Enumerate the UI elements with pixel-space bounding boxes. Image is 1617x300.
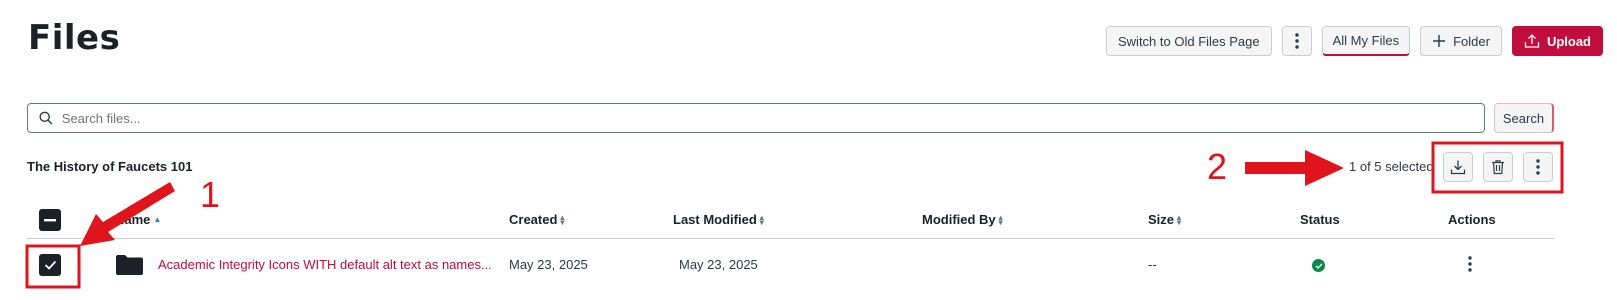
upload-button[interactable]: Upload [1511,26,1603,56]
sort-icon: ▴ ▾ [759,212,764,227]
annotation-label-2: 2 [1207,146,1228,187]
published-status-icon[interactable] [1312,259,1325,272]
column-modified-by[interactable]: Modified By ▴ ▾ [922,212,1003,227]
header-toolbar: Switch to Old Files Page All My Files Fo… [1106,26,1603,56]
created-date: May 23, 2025 [509,257,588,272]
download-icon [1450,160,1466,175]
arrow-2 [1245,150,1344,186]
table-row: Academic Integrity Icons WITH default al… [27,241,1554,287]
delete-selected-button[interactable] [1483,152,1513,182]
download-selected-button[interactable] [1443,152,1473,182]
search-row: Search [27,103,1554,133]
select-all-checkbox[interactable] [39,209,61,231]
add-folder-button[interactable]: Folder [1420,26,1502,56]
search-input[interactable] [61,110,1484,126]
column-created[interactable]: Created ▴ ▾ [509,212,564,227]
bulk-actions [1443,152,1553,182]
sort-ascending-icon: ▲ [153,215,162,224]
course-name: The History of Faucets 101 [27,159,193,174]
sort-icon: ▴ ▾ [1177,212,1182,227]
search-icon [39,111,53,125]
annotation-label-1: 1 [200,174,221,215]
bulk-more-button[interactable] [1523,152,1553,182]
file-size: -- [1148,257,1157,272]
switch-old-files-button[interactable]: Switch to Old Files Page [1106,26,1272,56]
file-name-link[interactable]: Academic Integrity Icons WITH default al… [158,257,492,272]
page-title: Files [28,18,121,58]
kebab-vertical-icon [1536,159,1540,175]
upload-label: Upload [1546,33,1591,49]
column-last-modified[interactable]: Last Modified ▴ ▾ [673,212,764,227]
indeterminate-icon [44,218,56,221]
all-my-files-tab[interactable]: All My Files [1321,26,1411,56]
search-button[interactable]: Search [1494,103,1554,133]
column-last-modified-label: Last Modified [673,212,757,227]
row-actions-button[interactable] [1463,253,1477,275]
column-created-label: Created [509,212,558,227]
modified-date: May 23, 2025 [679,257,758,272]
selection-count: 1 of 5 selected [1349,159,1434,174]
sort-icon: ▴ ▾ [560,212,565,227]
trash-icon [1492,160,1504,175]
check-icon [1315,263,1322,269]
kebab-vertical-icon [1468,256,1472,272]
folder-icon [116,255,143,275]
more-options-button[interactable] [1281,26,1312,56]
checkmark-icon [44,260,56,270]
column-status: Status [1300,212,1340,227]
column-name[interactable]: Name ▲ [115,212,161,227]
kebab-vertical-icon [1294,33,1299,49]
column-actions: Actions [1448,212,1496,227]
row-checkbox[interactable] [39,254,61,276]
add-folder-label: Folder [1453,33,1490,49]
plus-icon [1432,34,1446,48]
column-size-label: Size [1148,212,1175,227]
sort-icon: ▴ ▾ [998,212,1003,227]
upload-icon [1524,33,1540,49]
column-size[interactable]: Size ▴ ▾ [1148,212,1181,227]
search-field [27,103,1485,133]
table-header: Name ▲ Created ▴ ▾ Last Modified ▴ ▾ Modif… [27,205,1554,239]
column-modified-by-label: Modified By [922,212,996,227]
column-name-label: Name [115,212,151,227]
